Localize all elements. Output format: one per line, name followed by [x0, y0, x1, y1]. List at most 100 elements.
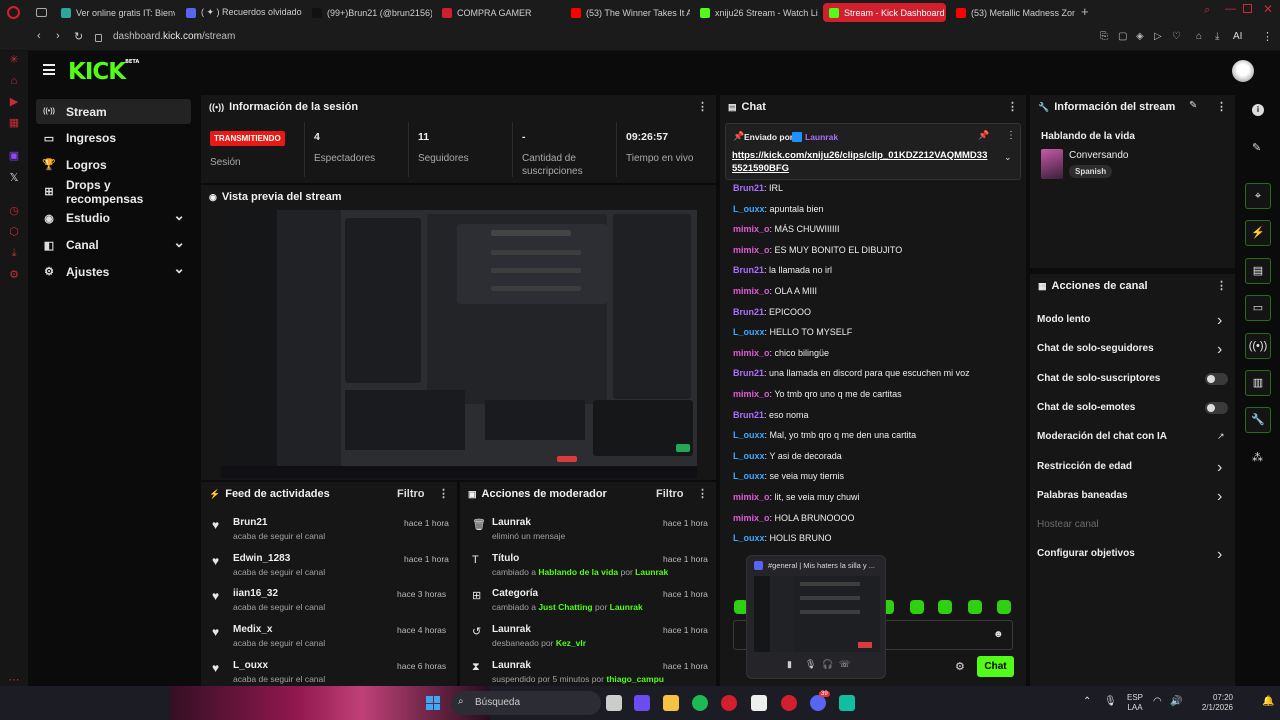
channel-action-8[interactable]: Configurar objetivos: [1037, 548, 1135, 559]
chevron-right-icon[interactable]: ›: [1217, 312, 1222, 330]
chat-username[interactable]: mimix_o: [733, 245, 770, 255]
ai-button[interactable]: AI: [1233, 31, 1242, 42]
chat-message[interactable]: L_ouxx: HELLO TO MYSELF: [733, 327, 852, 337]
chat-username[interactable]: mimix_o: [733, 348, 770, 358]
close-window-button[interactable]: ✕: [1263, 2, 1273, 16]
chat-username[interactable]: L_ouxx: [733, 204, 765, 214]
emote-icon[interactable]: [997, 600, 1011, 614]
clipboard-icon[interactable]: ▤: [1245, 258, 1271, 284]
twitch-icon[interactable]: ▣: [7, 149, 21, 163]
discord-window-preview[interactable]: #general | Mis haters la silla y ... ▮ 🎙…: [746, 555, 886, 679]
avatar[interactable]: [1232, 60, 1254, 82]
store-icon[interactable]: [751, 695, 767, 711]
chat-menu-icon[interactable]: ⋮: [1007, 100, 1018, 113]
chat-username[interactable]: L_ouxx: [733, 533, 765, 543]
bookmark-icon[interactable]: ⌂: [1196, 31, 1202, 42]
layout-icon[interactable]: ▥: [1245, 370, 1271, 396]
nav-item-estudio[interactable]: ◉ Estudio ⌄: [36, 206, 191, 231]
expand-chevron-icon[interactable]: ⌄: [1004, 152, 1012, 163]
maximize-button[interactable]: [1243, 4, 1252, 13]
nav-item-drops-y-recompensas[interactable]: ⊞ Drops y recompensas: [36, 178, 191, 206]
forward-icon[interactable]: ›: [56, 30, 60, 42]
chat-username[interactable]: L_ouxx: [733, 430, 765, 440]
screenshot-icon[interactable]: ▢: [1118, 31, 1127, 42]
headphones-icon[interactable]: 🎧: [822, 659, 833, 670]
chat-username[interactable]: Brun21: [733, 265, 764, 275]
aria-icon[interactable]: ✳: [7, 53, 21, 67]
modaction-by-user[interactable]: Launrak: [635, 567, 668, 577]
nav-item-ingresos[interactable]: ▭ Ingresos: [36, 126, 191, 151]
channelactions-menu-icon[interactable]: ⋮: [1216, 279, 1227, 292]
chat-username[interactable]: Brun21: [733, 307, 764, 317]
channel-action-3[interactable]: Chat de solo-emotes: [1037, 402, 1135, 413]
chat-message[interactable]: mimix_o: ES MUY BONITO EL DIBUJITO: [733, 245, 902, 255]
chat-username[interactable]: L_ouxx: [733, 471, 765, 481]
downloads-icon[interactable]: ⤓: [7, 246, 21, 260]
notification-icon[interactable]: 🔔: [1262, 696, 1274, 707]
tools-icon[interactable]: 🔧: [1245, 407, 1271, 433]
toggle-switch[interactable]: [1205, 372, 1228, 385]
chat-username[interactable]: Brun21: [733, 183, 764, 193]
chat-message[interactable]: Brun21: EPICOOO: [733, 307, 811, 317]
browser-tab[interactable]: ( ✦ ) Recuerdos olvidados: [180, 3, 302, 22]
more-icon[interactable]: ⋯: [7, 673, 21, 687]
nav-item-canal[interactable]: ◧ Canal ⌄: [36, 233, 191, 258]
new-tab-button[interactable]: +: [1081, 4, 1089, 19]
clock[interactable]: 07:20 2/1/2026: [1202, 693, 1233, 713]
taskview-icon[interactable]: [606, 695, 622, 711]
download-icon[interactable]: ⤓: [1215, 31, 1219, 42]
app-red-icon[interactable]: [721, 695, 737, 711]
chat-username[interactable]: Brun21: [733, 368, 764, 378]
activity-filter-button[interactable]: Filtro: [397, 488, 425, 500]
chevron-right-icon[interactable]: ›: [1217, 488, 1222, 506]
video-icon[interactable]: ▮: [787, 659, 792, 670]
external-link-icon[interactable]: ↗: [1217, 431, 1225, 442]
chat-message[interactable]: L_ouxx: HOLIS BRUNO: [733, 533, 832, 543]
channel-action-0[interactable]: Modo lento: [1037, 314, 1090, 325]
emote-icon[interactable]: [938, 600, 952, 614]
activity-username[interactable]: iian16_32: [233, 588, 278, 599]
call-icon[interactable]: ☏: [839, 659, 850, 670]
shopping-icon[interactable]: ⌂: [7, 74, 21, 88]
file-explorer-icon[interactable]: [663, 695, 679, 711]
chat-message[interactable]: L_ouxx: se veia muy tiernis: [733, 471, 844, 481]
chat-icon[interactable]: ▭: [1245, 295, 1271, 321]
apps-icon[interactable]: ⁂: [1252, 451, 1263, 464]
chat-username[interactable]: L_ouxx: [733, 327, 765, 337]
browser-tab[interactable]: COMPRA GAMER: [436, 3, 560, 22]
chat-message[interactable]: mimix_o: HOLA BRUNOOOO: [733, 513, 855, 523]
channel-action-1[interactable]: Chat de solo-seguidores: [1037, 343, 1154, 354]
volume-icon[interactable]: 🔊: [1170, 696, 1182, 707]
signal-icon[interactable]: ((•)): [1245, 333, 1271, 359]
browser-tab[interactable]: (53) The Winner Takes It A: [565, 3, 690, 22]
browser-tab[interactable]: (99+)Brun21 (@brun2156): [306, 3, 432, 22]
streaminfo-menu-icon[interactable]: ⋮: [1216, 100, 1227, 113]
activity-username[interactable]: Medix_x: [233, 624, 272, 635]
chat-username[interactable]: Brun21: [733, 410, 764, 420]
modaction-name[interactable]: Launrak: [492, 517, 531, 528]
kick-logo[interactable]: KICKBETA: [68, 59, 139, 85]
wifi-icon[interactable]: ◠: [1153, 696, 1162, 707]
edit-icon[interactable]: ✎: [1189, 100, 1197, 111]
chat-message[interactable]: L_ouxx: apuntala bien: [733, 204, 824, 214]
lightning-icon[interactable]: ⚡: [1245, 220, 1271, 246]
shield-icon[interactable]: ◈: [1136, 31, 1144, 42]
opera-logo-icon[interactable]: [7, 6, 20, 19]
chat-message[interactable]: mimix_o: OLA A MIII: [733, 286, 817, 296]
modaction-highlight[interactable]: Hablando de la vida: [538, 567, 618, 577]
lang-indicator[interactable]: ESP LAA: [1127, 693, 1143, 713]
modactions-filter-button[interactable]: Filtro: [656, 488, 684, 500]
history-icon[interactable]: ◷: [7, 204, 21, 218]
modaction-name[interactable]: Título: [492, 553, 519, 564]
browser-tab[interactable]: xniju26 Stream - Watch Li: [694, 3, 818, 22]
channel-action-5[interactable]: Restricción de edad: [1037, 461, 1132, 472]
modaction-highlight[interactable]: thiago_campu: [606, 674, 664, 684]
chat-message[interactable]: Brun21: la llamada no irl: [733, 265, 832, 275]
x-icon[interactable]: 𝕏: [7, 171, 21, 185]
modaction-name[interactable]: Launrak: [492, 624, 531, 635]
modaction-highlight[interactable]: Just Chatting: [538, 602, 592, 612]
app-icon[interactable]: [634, 695, 650, 711]
chat-message[interactable]: mimix_o: Yo tmb qro uno q me de cartitas: [733, 389, 902, 399]
toggle-switch[interactable]: [1205, 401, 1228, 414]
mic-tray-icon[interactable]: 🎙: [1104, 696, 1117, 707]
